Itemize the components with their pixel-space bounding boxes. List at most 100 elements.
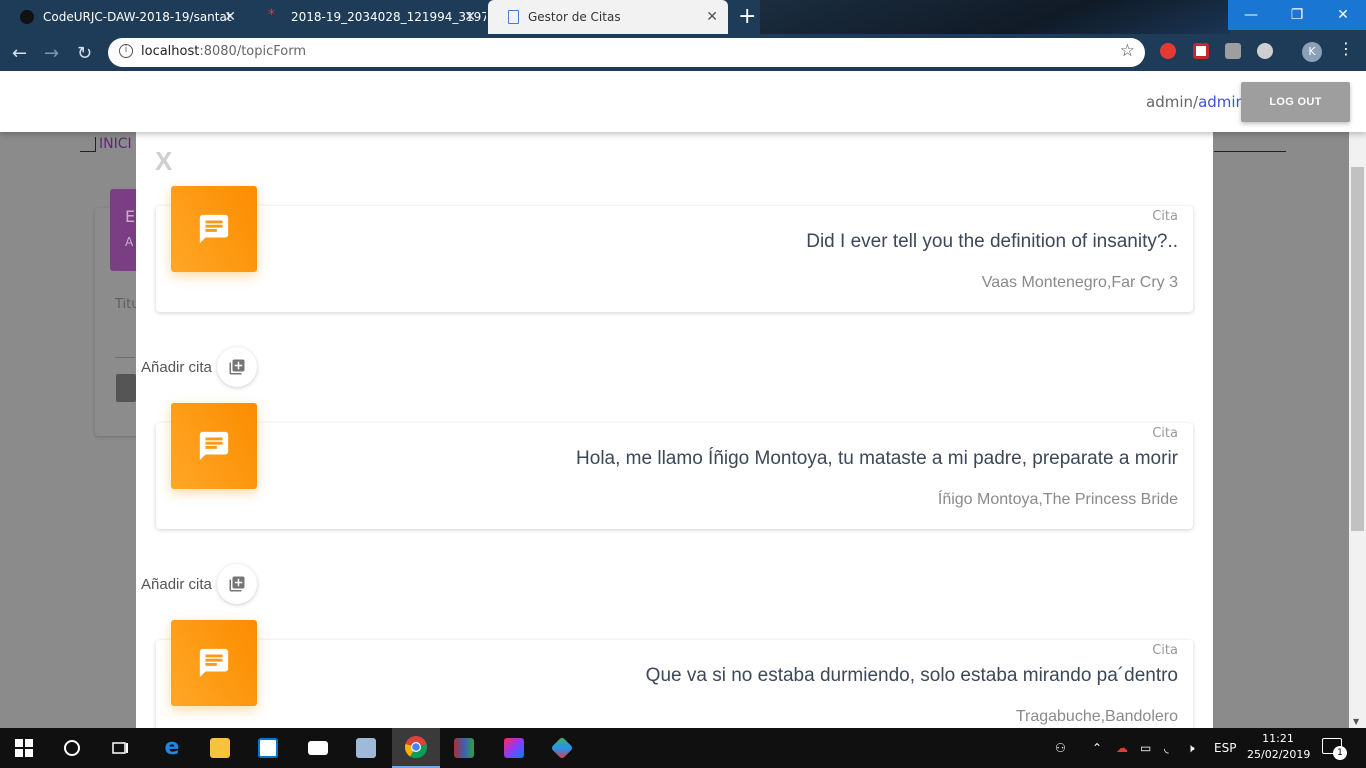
forward-icon[interactable]: →: [44, 43, 59, 64]
taskbar-app[interactable]: [538, 728, 586, 768]
add-quote-button[interactable]: [216, 347, 257, 387]
quote-text: Hola, me llamo Íñigo Montoya, tu mataste…: [576, 448, 1178, 469]
browser-tab[interactable]: * 2018-19_2034028_121994_3197 ✕: [248, 0, 486, 34]
quote-icon-box: [171, 186, 257, 272]
quote-category: Cita: [1152, 643, 1178, 658]
clock-time: 11:21: [1262, 732, 1294, 745]
tab-label: Gestor de Citas: [528, 10, 621, 24]
library-add-icon: [229, 576, 245, 592]
mail-icon: [308, 741, 328, 755]
comment-icon: [199, 648, 229, 678]
app-header: admin/admin LOG OUT: [0, 71, 1366, 132]
logout-button[interactable]: LOG OUT: [1241, 82, 1350, 122]
bg-divider: [1214, 151, 1286, 152]
bookmark-star-icon[interactable]: ☆: [1120, 41, 1135, 61]
quote-category: Cita: [1152, 209, 1178, 224]
page-viewport: INICI E A Titu admin/admin LOG OUT X Cit…: [0, 71, 1366, 728]
extension-icon[interactable]: [1160, 43, 1176, 59]
bg-nav-link: INICI: [99, 136, 132, 152]
quote-category: Cita: [1152, 426, 1178, 441]
close-tab-icon[interactable]: ✕: [464, 9, 476, 25]
search-button[interactable]: [48, 728, 96, 768]
taskbar-app[interactable]: [440, 728, 488, 768]
comment-icon: [199, 431, 229, 461]
scrollbar-thumb[interactable]: [1351, 167, 1364, 531]
quote-card[interactable]: Cita Que va si no estaba durmiendo, solo…: [156, 620, 1193, 728]
github-icon: [20, 10, 34, 24]
tabstrip-background: [760, 0, 1230, 34]
close-modal-button[interactable]: X: [155, 146, 172, 177]
taskbar-app[interactable]: [490, 728, 538, 768]
page-scrollbar[interactable]: ▲ ▼: [1349, 71, 1366, 728]
username: admin: [1146, 93, 1193, 111]
restore-icon[interactable]: ❐: [1274, 0, 1320, 30]
volume-icon[interactable]: 🕨: [1187, 728, 1195, 768]
reload-icon[interactable]: ↻: [77, 43, 92, 64]
add-quote-label: Añadir cita: [141, 575, 212, 593]
comment-icon: [199, 214, 229, 244]
bg-card-title: E: [125, 207, 136, 226]
taskbar-app-active[interactable]: [392, 728, 440, 768]
quote-card[interactable]: Cita Hola, me llamo Íñigo Montoya, tu ma…: [156, 403, 1193, 529]
info-icon[interactable]: i: [119, 44, 133, 58]
user-role: admin: [1198, 93, 1246, 111]
add-quote-row: Añadir cita: [141, 345, 257, 389]
url-host: localhost: [141, 44, 200, 59]
page-icon: [508, 10, 519, 24]
back-icon[interactable]: ←: [12, 43, 27, 64]
address-bar[interactable]: i localhost:8080/topicForm ☆: [108, 38, 1145, 67]
scroll-down-icon[interactable]: ▼: [1353, 717, 1359, 726]
photos-icon: [356, 738, 376, 758]
taskbar-app[interactable]: e: [148, 728, 196, 768]
antivirus-tray-icon[interactable]: ☁: [1116, 728, 1128, 768]
profile-avatar[interactable]: K: [1302, 42, 1322, 62]
add-quote-row: Añadir cita: [141, 562, 257, 606]
document-icon: *: [268, 7, 275, 23]
taskbar-app[interactable]: [342, 728, 390, 768]
language-indicator[interactable]: ESP: [1214, 728, 1236, 768]
clock[interactable]: 11:21 25/02/2019: [1247, 731, 1310, 763]
quote-text: Did I ever tell you the definition of in…: [806, 231, 1178, 252]
url-path: :8080/topicForm: [199, 44, 307, 59]
taskbar-app[interactable]: [294, 728, 342, 768]
new-tab-icon[interactable]: +: [738, 4, 756, 29]
wifi-icon[interactable]: ◟: [1164, 728, 1169, 768]
close-tab-icon[interactable]: ✕: [224, 9, 236, 25]
close-window-icon[interactable]: ✕: [1320, 0, 1366, 30]
extension-icon[interactable]: [1257, 43, 1273, 59]
people-icon[interactable]: ⚇: [1055, 728, 1066, 768]
quote-author: Vaas Montenegro,Far Cry 3: [981, 274, 1178, 291]
cortana-icon: [64, 740, 80, 756]
show-hidden-icons[interactable]: ⌃: [1092, 728, 1102, 768]
minimize-icon[interactable]: —: [1228, 0, 1274, 30]
close-tab-icon[interactable]: ✕: [706, 9, 718, 25]
battery-icon[interactable]: ▭: [1140, 728, 1151, 768]
add-quote-button[interactable]: [216, 564, 257, 604]
quote-author: Íñigo Montoya,The Princess Bride: [937, 491, 1178, 508]
url-text[interactable]: localhost:8080/topicForm: [141, 44, 306, 59]
quote-text: Que va si no estaba durmiendo, solo esta…: [645, 665, 1178, 686]
bg-card-subtitle: A: [125, 235, 134, 249]
taskbar-app[interactable]: [196, 728, 244, 768]
taskbar-app[interactable]: [244, 728, 292, 768]
browser-tab-strip: CodeURJC-DAW-2018-19/santat ✕ * 2018-19_…: [0, 0, 1366, 34]
browser-tab[interactable]: CodeURJC-DAW-2018-19/santat ✕: [0, 0, 246, 34]
library-add-icon: [229, 359, 245, 375]
file-explorer-icon: [210, 738, 230, 758]
quote-card[interactable]: Cita Did I ever tell you the definition …: [156, 186, 1193, 312]
gitkraken-icon: [550, 736, 574, 760]
add-quote-label: Añadir cita: [141, 358, 212, 376]
bg-divider: [95, 137, 96, 151]
winrar-icon: [454, 738, 474, 758]
task-view-button[interactable]: [96, 728, 144, 768]
quotes-modal: X Cita Did I ever tell you the definitio…: [136, 132, 1213, 728]
notification-badge: 1: [1333, 746, 1347, 760]
menu-icon[interactable]: ⋮: [1338, 39, 1354, 58]
start-button[interactable]: [0, 728, 48, 768]
user-info: admin/admin: [1146, 93, 1245, 111]
task-view-icon: [112, 742, 128, 754]
browser-tab-active[interactable]: Gestor de Citas ✕: [488, 0, 728, 34]
intellij-icon: [504, 738, 524, 758]
extension-icon[interactable]: [1225, 43, 1241, 59]
extension-icon[interactable]: [1193, 43, 1209, 59]
